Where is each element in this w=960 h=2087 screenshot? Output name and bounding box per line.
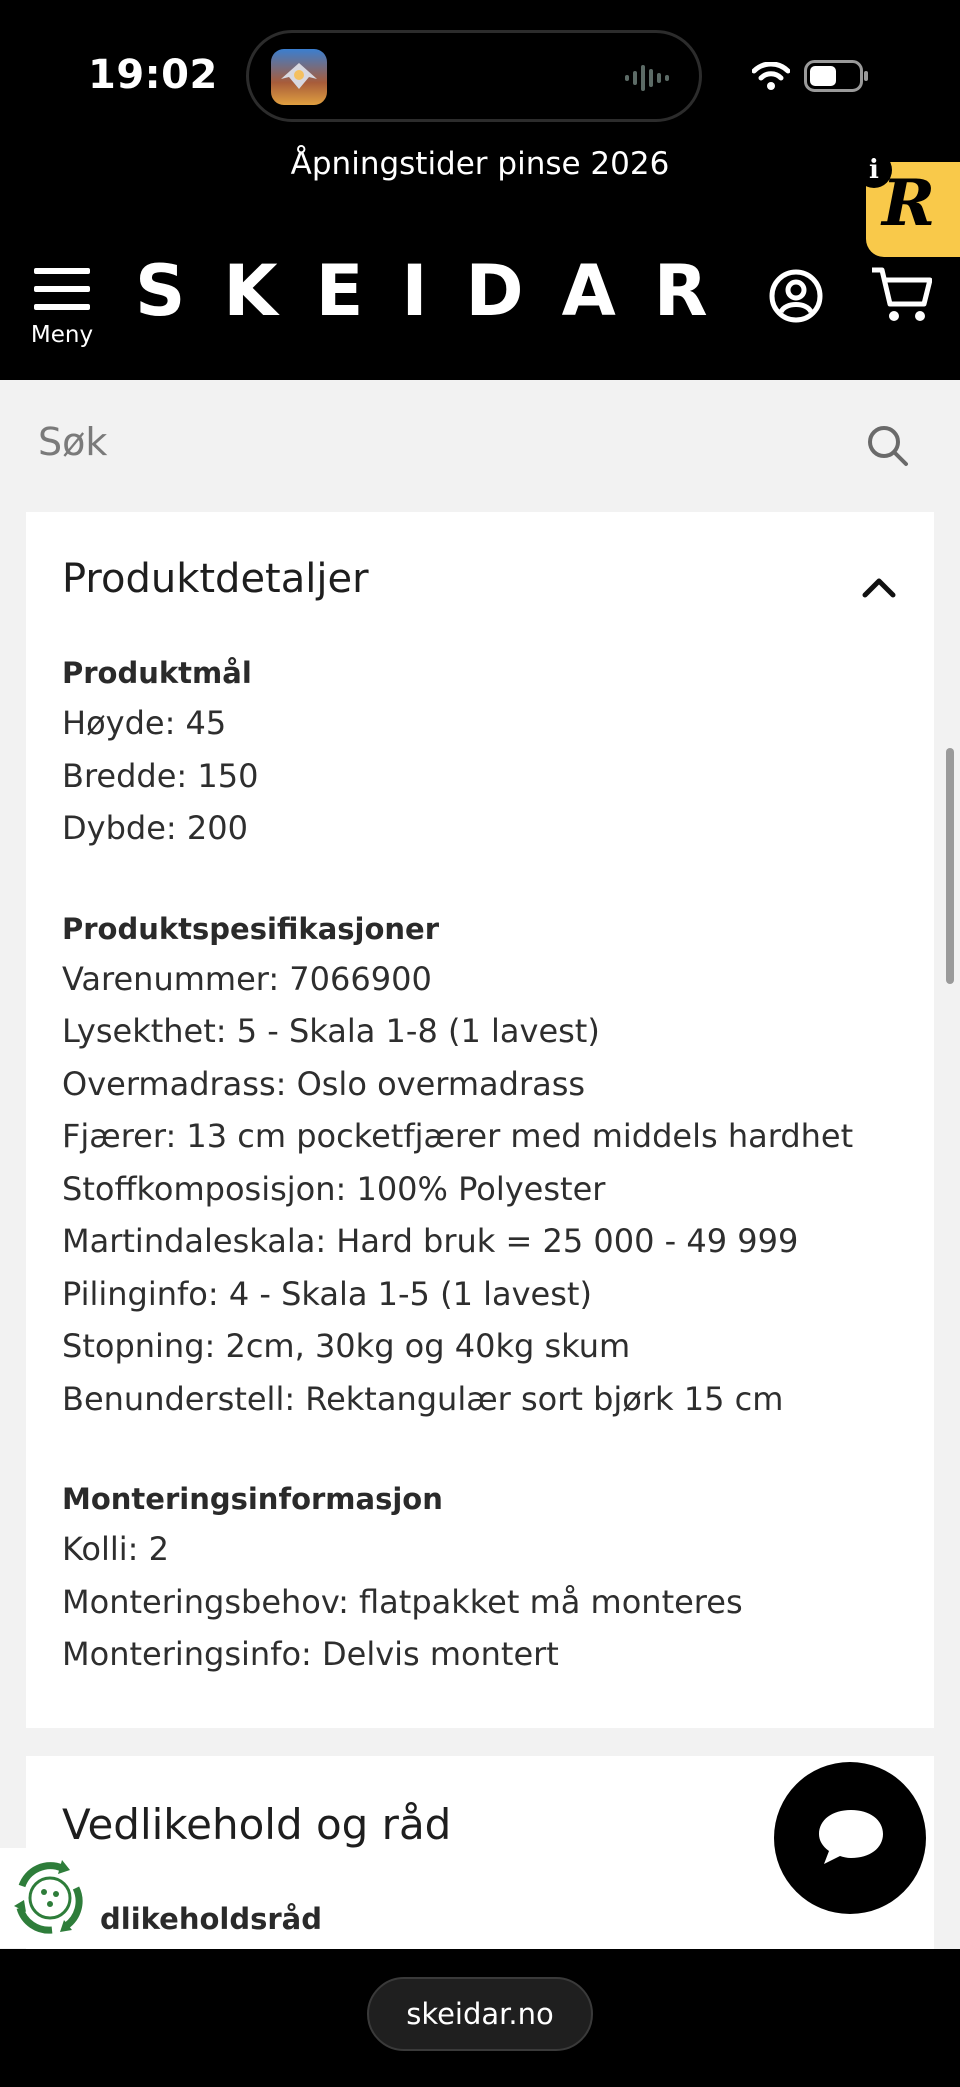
detail-line: Stoffkomposisjon: 100% Polyester [62, 1170, 606, 1208]
url-bar[interactable]: skeidar.no [367, 1977, 593, 2051]
page-scrollbar[interactable] [946, 748, 954, 984]
detail-line: Høyde: 45 [62, 704, 227, 742]
chevron-up-icon[interactable] [862, 576, 896, 602]
status-time: 19:02 [88, 52, 218, 98]
audio-wave-icon [625, 63, 673, 97]
maintenance-subtitle: dlikeholdsråd [100, 1902, 322, 1936]
detail-line: Monteringsinfo: Delvis montert [62, 1635, 559, 1673]
site-logo[interactable]: SKEIDAR [135, 250, 746, 332]
dynamic-island[interactable] [246, 30, 702, 122]
section-title-assembly: Monteringsinformasjon [62, 1482, 443, 1516]
section-title-dimensions: Produktmål [62, 656, 252, 690]
browser-bottom-bar: skeidar.no [0, 1949, 960, 2087]
detail-line: Benunderstell: Rektangulær sort bjørk 15… [62, 1380, 784, 1418]
detail-line: Varenummer: 7066900 [62, 960, 432, 998]
detail-line: Kolli: 2 [62, 1530, 169, 1568]
info-icon[interactable]: i [856, 152, 892, 188]
recycle-icon[interactable] [0, 1848, 92, 1948]
detail-line: Pilinginfo: 4 - Skala 1-5 (1 lavest) [62, 1275, 592, 1313]
status-bar: 19:02 [0, 0, 960, 150]
detail-line: Monteringsbehov: flatpakket må monteres [62, 1583, 743, 1621]
search-input[interactable] [38, 420, 818, 464]
chat-button[interactable] [774, 1762, 926, 1914]
detail-line: Fjærer: 13 cm pocketfjærer med middels h… [62, 1117, 854, 1155]
detail-line: Stopning: 2cm, 30kg og 40kg skum [62, 1327, 631, 1365]
detail-line: Dybde: 200 [62, 809, 248, 847]
product-details-panel: Produktdetaljer Produktmål Høyde: 45 Bre… [26, 512, 934, 1728]
menu-label: Meny [30, 322, 94, 348]
chat-bubble-icon [819, 1810, 883, 1864]
section-title-specifications: Produktspesifikasjoner [62, 912, 440, 946]
app-thumbnail-icon [271, 49, 327, 105]
hamburger-icon [28, 268, 96, 310]
detail-line: Bredde: 150 [62, 757, 259, 795]
battery-icon [804, 60, 870, 96]
menu-button[interactable]: Meny [28, 268, 96, 348]
detail-line: Overmadrass: Oslo overmadrass [62, 1065, 586, 1103]
detail-line: Martindaleskala: Hard bruk = 25 000 - 49… [62, 1222, 799, 1260]
wifi-icon [751, 61, 791, 94]
cart-icon[interactable] [870, 266, 933, 328]
search-icon[interactable] [866, 424, 910, 472]
detail-line: Lysekthet: 5 - Skala 1-8 (1 lavest) [62, 1012, 600, 1050]
search-bar [0, 380, 960, 512]
maintenance-title[interactable]: Vedlikehold og råd [62, 1800, 451, 1849]
announcement-bar[interactable]: Åpningstider pinse 2026 [0, 146, 960, 182]
product-details-title[interactable]: Produktdetaljer [62, 556, 369, 602]
user-circle-icon[interactable] [768, 268, 824, 328]
